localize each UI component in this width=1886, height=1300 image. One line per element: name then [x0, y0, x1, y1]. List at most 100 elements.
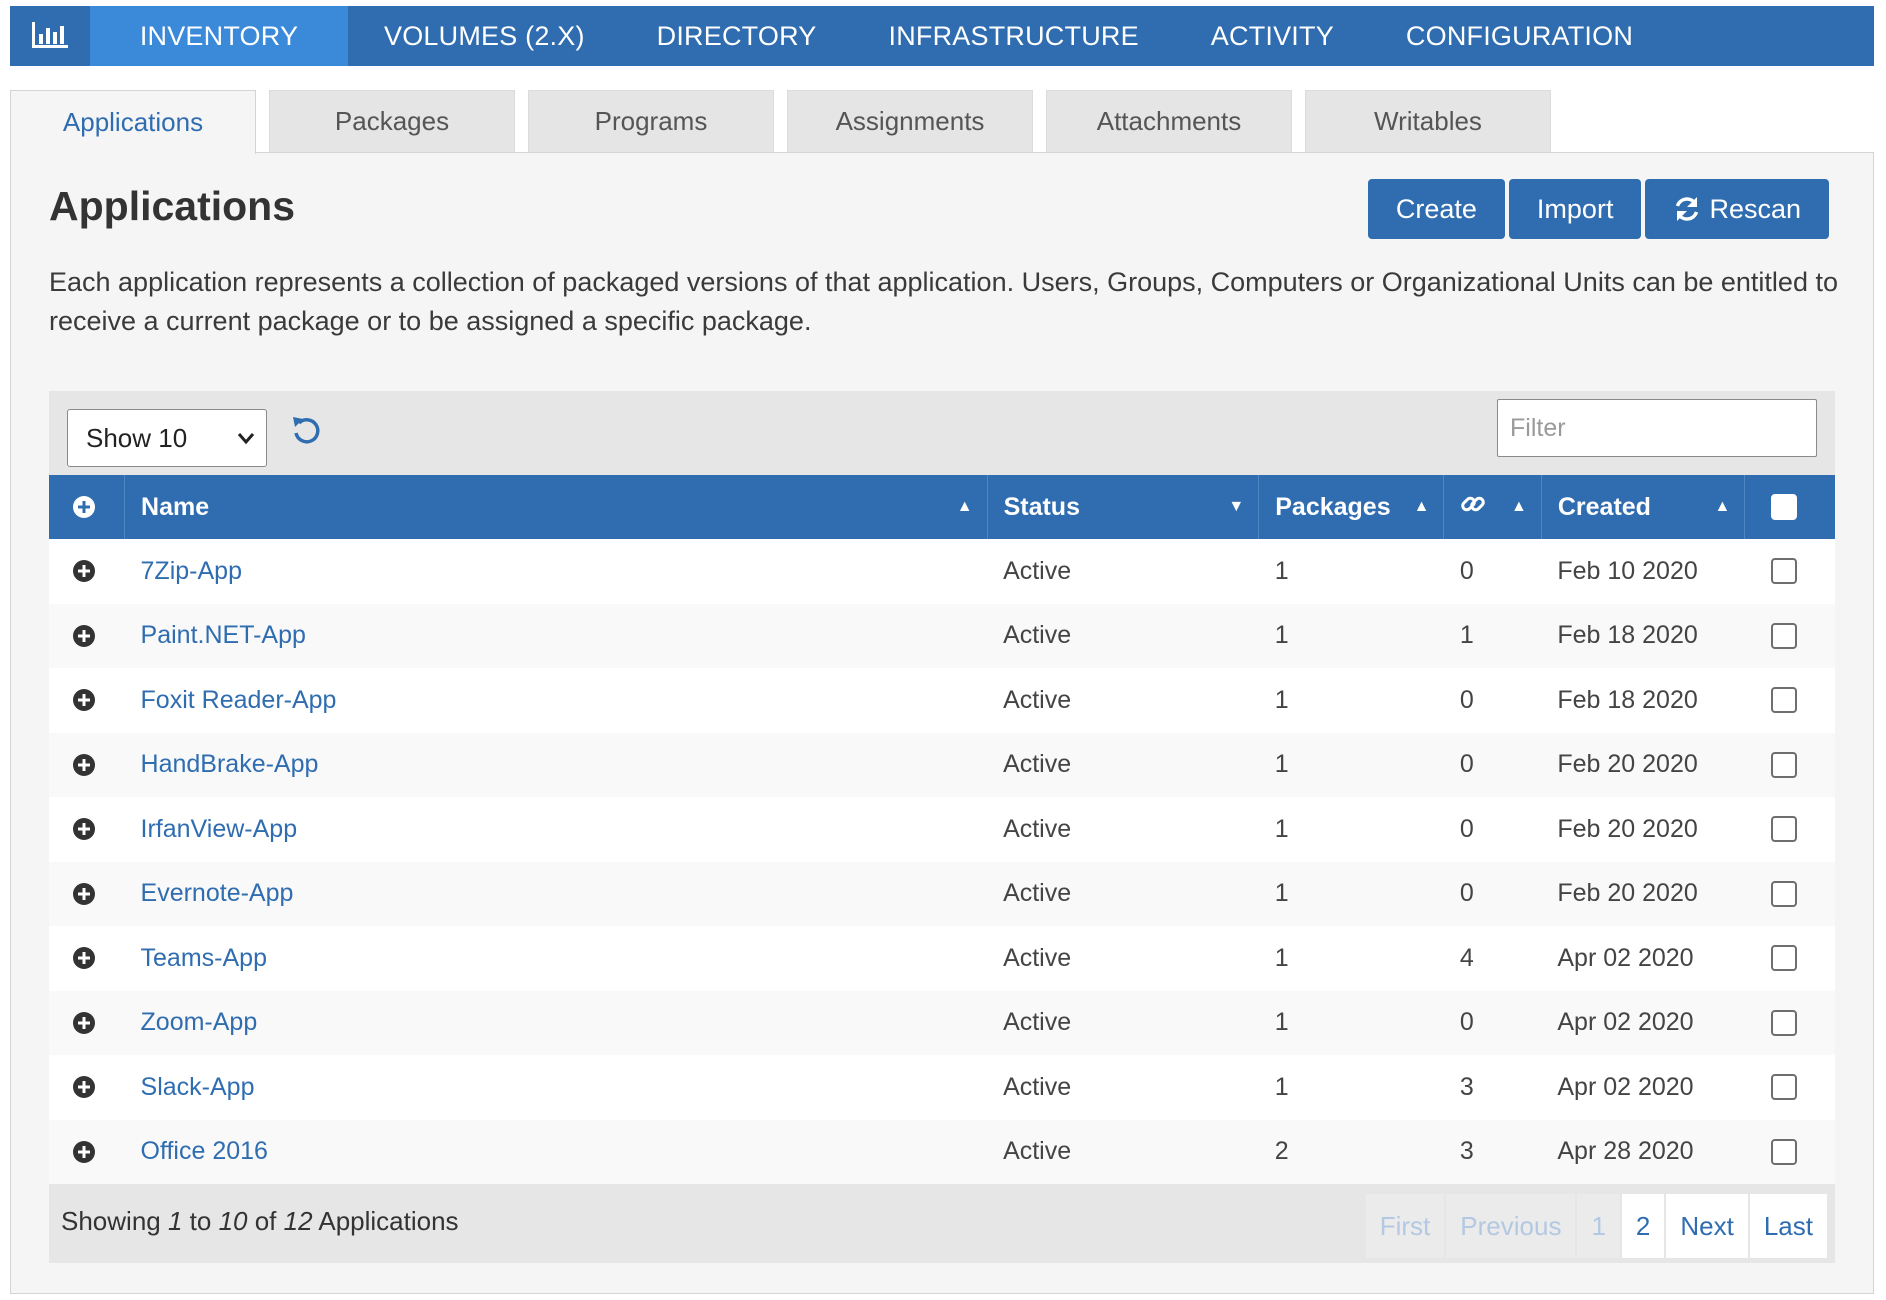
page-2-button[interactable]: 2	[1621, 1194, 1665, 1258]
cell-name: Evernote-App	[125, 862, 988, 927]
expand-all-header[interactable]	[49, 475, 126, 539]
cell-status: Active	[1003, 685, 1072, 714]
application-link[interactable]: HandBrake-App	[141, 750, 319, 778]
cell-status: Active	[1003, 750, 1072, 779]
import-label: Import	[1536, 193, 1614, 224]
nav-inventory[interactable]: INVENTORY	[90, 6, 348, 66]
showing-suffix: Applications	[312, 1206, 459, 1236]
column-header-links[interactable]: ▲	[1443, 475, 1542, 539]
import-button[interactable]: Import	[1508, 179, 1642, 239]
cell-name: HandBrake-App	[125, 733, 988, 798]
row-checkbox[interactable]	[1770, 687, 1797, 714]
row-expand-cell[interactable]	[49, 1055, 125, 1120]
tab-packages[interactable]: Packages	[269, 90, 515, 152]
column-header-created[interactable]: Created ▲	[1541, 475, 1746, 539]
plus-circle-icon	[73, 882, 95, 905]
row-checkbox[interactable]	[1770, 1074, 1797, 1101]
plus-circle-icon	[73, 947, 95, 970]
showing-to: 10	[218, 1206, 248, 1236]
application-link[interactable]: Slack-App	[141, 1073, 255, 1101]
row-expand-cell[interactable]	[49, 604, 125, 669]
cell-name: Slack-App	[125, 1055, 988, 1120]
packages-header-label: Packages	[1275, 492, 1391, 521]
application-link[interactable]: Teams-App	[141, 944, 267, 972]
status-header-label: Status	[1003, 492, 1080, 521]
page-1-button[interactable]: 1	[1577, 1194, 1620, 1258]
reset-icon[interactable]	[289, 413, 323, 447]
column-header-packages[interactable]: Packages ▲	[1258, 475, 1445, 539]
row-expand-cell[interactable]	[49, 733, 125, 798]
row-checkbox[interactable]	[1770, 1138, 1797, 1165]
tab-writables[interactable]: Writables	[1305, 90, 1551, 152]
tab-attachments[interactable]: Attachments	[1046, 90, 1292, 152]
created-header-label: Created	[1557, 492, 1651, 521]
plus-circle-icon	[73, 496, 95, 518]
cell-packages: 1	[1274, 750, 1289, 779]
application-link[interactable]: Zoom-App	[141, 1008, 258, 1036]
cell-select	[1745, 604, 1835, 669]
row-checkbox[interactable]	[1770, 945, 1797, 972]
filter-input[interactable]	[1497, 399, 1817, 457]
nav-directory[interactable]: DIRECTORY	[621, 6, 853, 66]
cell-packages: 1	[1274, 879, 1289, 908]
table-row: Teams-App Active 1 4 Apr 02 2020	[49, 926, 1835, 991]
table-row: Paint.NET-App Active 1 1 Feb 18 2020	[49, 603, 1835, 669]
nav-activity[interactable]: ACTIVITY	[1175, 6, 1370, 66]
tab-applications[interactable]: Applications	[10, 90, 256, 154]
table-row: Evernote-App Active 1 0 Feb 20 2020	[49, 861, 1835, 927]
column-header-status[interactable]: Status ▼	[987, 475, 1260, 539]
cell-links: 0	[1459, 750, 1474, 779]
table-row: Slack-App Active 1 3 Apr 02 2020	[49, 1055, 1835, 1120]
row-checkbox[interactable]	[1770, 880, 1797, 907]
row-expand-cell[interactable]	[49, 1120, 125, 1185]
cell-select	[1745, 1055, 1835, 1120]
select-all-checkbox[interactable]	[1771, 494, 1798, 520]
row-expand-cell[interactable]	[49, 539, 125, 604]
row-expand-cell[interactable]	[49, 797, 125, 862]
dashboard-logo[interactable]	[10, 6, 90, 66]
row-checkbox[interactable]	[1770, 558, 1797, 585]
cell-links: 0	[1459, 1008, 1474, 1037]
first-page-button[interactable]: First	[1365, 1194, 1445, 1258]
row-expand-cell[interactable]	[49, 991, 125, 1056]
last-page-button[interactable]: Last	[1749, 1194, 1827, 1258]
create-button[interactable]: Create	[1367, 179, 1505, 239]
page-size-select[interactable]: Show 10	[67, 409, 267, 467]
tab-assignments[interactable]: Assignments	[787, 90, 1033, 152]
application-link[interactable]: IrfanView-App	[141, 815, 298, 843]
row-checkbox[interactable]	[1770, 622, 1797, 649]
nav-configuration[interactable]: CONFIGURATION	[1370, 6, 1669, 66]
row-expand-cell[interactable]	[49, 668, 125, 733]
row-checkbox[interactable]	[1770, 1009, 1797, 1036]
application-link[interactable]: Evernote-App	[141, 879, 294, 907]
row-expand-cell[interactable]	[49, 926, 125, 991]
cell-select	[1745, 862, 1835, 927]
cell-links: 0	[1459, 814, 1474, 843]
showing-from: 1	[167, 1206, 183, 1236]
showing-of-word: of	[247, 1206, 284, 1236]
application-link[interactable]: 7Zip-App	[141, 557, 242, 585]
plus-circle-icon	[73, 818, 95, 841]
application-link[interactable]: Foxit Reader-App	[141, 686, 337, 714]
cell-created: Feb 18 2020	[1557, 621, 1698, 650]
column-header-name[interactable]: Name ▲	[124, 475, 988, 539]
tab-programs[interactable]: Programs	[528, 90, 774, 152]
application-link[interactable]: Office 2016	[141, 1137, 268, 1165]
application-link[interactable]: Paint.NET-App	[141, 621, 306, 649]
row-expand-cell[interactable]	[49, 862, 125, 927]
cell-links: 1	[1459, 621, 1474, 650]
select-all-header	[1745, 475, 1835, 539]
cell-packages: 1	[1274, 943, 1289, 972]
rescan-label: Rescan	[1709, 193, 1801, 224]
cell-status: Active	[1003, 1137, 1072, 1166]
nav-infrastructure[interactable]: INFRASTRUCTURE	[853, 6, 1175, 66]
row-checkbox[interactable]	[1770, 751, 1797, 778]
previous-page-button[interactable]: Previous	[1446, 1194, 1576, 1258]
cell-status: Active	[1003, 879, 1072, 908]
plus-circle-icon	[73, 1076, 95, 1099]
nav-volumes[interactable]: VOLUMES (2.X)	[348, 6, 621, 66]
showing-total: 12	[283, 1206, 313, 1236]
next-page-button[interactable]: Next	[1666, 1194, 1748, 1258]
rescan-button[interactable]: Rescan	[1645, 179, 1829, 239]
row-checkbox[interactable]	[1770, 816, 1797, 843]
